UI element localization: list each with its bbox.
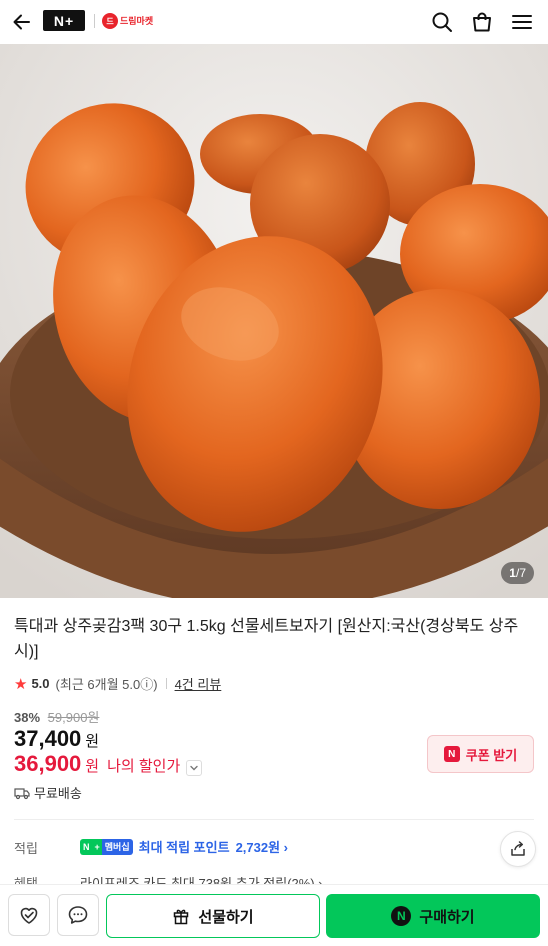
gift-icon — [174, 909, 189, 925]
image-counter: 1/7 — [501, 562, 534, 584]
shipping-label: 무료배송 — [34, 786, 82, 801]
coupon-label: 쿠폰 받기 — [465, 747, 518, 763]
image-counter-current: 1 — [509, 566, 516, 580]
my-price-value: 36,900 — [14, 751, 82, 776]
back-arrow-icon — [13, 14, 30, 30]
buy-label: 구매하기 — [419, 908, 475, 926]
gift-label: 선물하기 — [198, 908, 254, 926]
discount-rate: 38% — [14, 710, 41, 725]
shop-logo[interactable]: 드 드림마켓 — [102, 10, 153, 32]
product-title: 특대과 상주곶감3팩 30구 1.5kg 선물세트보자기 [원산지:국산(경상북… — [14, 618, 519, 660]
cart-button[interactable] — [468, 8, 496, 36]
dried-persimmon-photo — [0, 44, 548, 598]
image-counter-total: 7 — [519, 566, 526, 580]
points-amount: 2,732원 › — [235, 840, 288, 855]
my-discount-label: 나의 할인가 — [107, 758, 181, 775]
sale-price-unit: 원 — [85, 733, 100, 750]
my-discount-price: 36,900 원 나의 할인가 — [14, 751, 203, 777]
chat-bubble-icon — [68, 906, 88, 924]
logo-divider — [94, 14, 95, 28]
points-text: 최대 적립 포인트 — [138, 840, 230, 855]
original-price: 59,900원 — [47, 710, 100, 725]
points-label: 적립 — [14, 841, 38, 856]
gift-button[interactable]: 선물하기 — [106, 894, 320, 938]
search-button[interactable] — [428, 8, 456, 36]
shop-name: 드림마켓 — [120, 15, 154, 26]
section-divider — [14, 819, 534, 820]
rating-divider — [165, 678, 167, 689]
coupon-button[interactable]: N 쿠폰 받기 — [427, 735, 534, 773]
recent-rating[interactable]: (최근 6개월 5.0ⓘ) — [56, 674, 158, 693]
rating-score: 5.0 — [31, 676, 50, 691]
wishlist-button[interactable] — [8, 894, 50, 936]
product-image[interactable]: 1/7 — [0, 44, 548, 598]
search-icon — [432, 12, 452, 32]
heart-icon — [20, 907, 38, 924]
talk-button[interactable] — [57, 894, 99, 936]
share-button[interactable] — [500, 831, 536, 867]
membership-badge-n: N — [80, 838, 93, 855]
truck-icon — [14, 787, 30, 799]
membership-badge: N + 멤버십 — [80, 838, 133, 855]
back-button[interactable] — [8, 8, 36, 36]
cart-icon — [473, 12, 491, 32]
discount-line: 38% 59,900원 — [14, 707, 99, 726]
menu-icon — [512, 15, 532, 29]
shop-logo-badge: 드 — [102, 13, 118, 29]
buy-button[interactable]: N 구매하기 — [326, 894, 540, 938]
my-discount-toggle[interactable] — [186, 760, 203, 776]
sale-price: 37,400 원 — [14, 726, 99, 752]
share-icon — [511, 841, 525, 856]
top-bar: N+ 드 드림마켓 — [0, 0, 548, 44]
star-icon: ★ — [14, 675, 28, 693]
naver-pay-icon: N — [391, 906, 412, 926]
membership-badge-text: 멤버십 — [101, 838, 133, 855]
coupon-n-icon: N — [443, 746, 460, 762]
membership-badge-plus: + — [92, 838, 102, 855]
points-row[interactable]: N + 멤버십 최대 적립 포인트 2,732원 › — [80, 837, 288, 856]
my-price-unit: 원 — [85, 758, 100, 775]
bottom-action-bar: 선물하기 N 구매하기 — [0, 884, 548, 946]
sale-price-value: 37,400 — [14, 726, 82, 751]
shipping-info: 무료배송 — [14, 783, 82, 802]
rating-row: ★ 5.0 (최근 6개월 5.0ⓘ) 4건 리뷰 — [14, 674, 221, 693]
menu-button[interactable] — [508, 8, 536, 36]
chevron-down-icon — [190, 765, 198, 771]
review-link[interactable]: 4건 리뷰 — [175, 674, 222, 693]
naver-plus-logo[interactable]: N+ — [43, 10, 85, 31]
